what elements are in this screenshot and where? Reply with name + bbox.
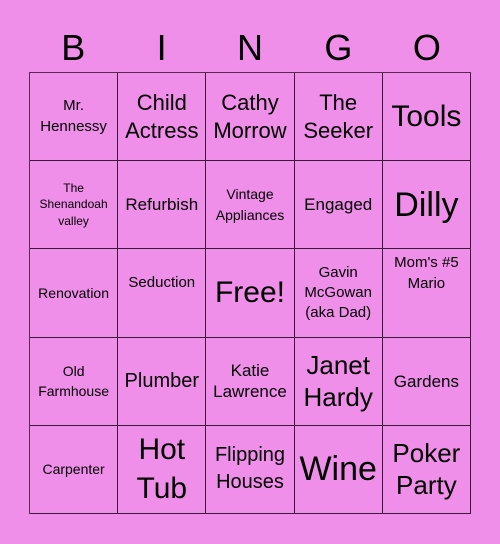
bingo-cell[interactable]: Gardens — [382, 337, 471, 426]
bingo-cell[interactable]: Engaged — [294, 161, 383, 250]
header-letter-n: N — [237, 27, 264, 68]
bingo-cell[interactable]: Vintage Appliances — [206, 161, 295, 250]
bingo-cell[interactable]: Poker Party — [382, 425, 471, 514]
bingo-cell[interactable]: Seduction — [118, 249, 207, 338]
bingo-cell[interactable]: Tools — [382, 73, 471, 162]
bingo-grid: Mr. Hennessy Child Actress Cathy Morrow … — [29, 72, 471, 514]
bingo-cell[interactable]: Flipping Houses — [206, 425, 295, 514]
bingo-cell[interactable]: Mr. Hennessy — [30, 73, 119, 162]
bingo-cell[interactable]: Hot Tub — [118, 425, 207, 514]
bingo-cell[interactable]: Mom's #5 Mario — [382, 249, 471, 338]
header-letter-o: O — [412, 27, 441, 68]
free-space-cell[interactable]: Free! — [206, 249, 295, 338]
bingo-cell[interactable]: Janet Hardy — [294, 337, 383, 426]
bingo-cell[interactable]: Dilly — [382, 161, 471, 250]
bingo-cell[interactable]: Refurbish — [118, 161, 207, 250]
bingo-cell[interactable]: Cathy Morrow — [206, 73, 295, 162]
bingo-cell[interactable]: Child Actress — [118, 73, 207, 162]
bingo-cell[interactable]: Carpenter — [30, 425, 119, 514]
header-letter-i: I — [156, 27, 167, 68]
bingo-cell[interactable]: Old Farmhouse — [30, 337, 119, 426]
bingo-cell[interactable]: Wine — [294, 425, 383, 514]
bingo-cell[interactable]: Gavin McGowan (aka Dad) — [294, 249, 383, 338]
bingo-cell[interactable]: Renovation — [30, 249, 119, 338]
header-letter-b: B — [61, 27, 86, 68]
bingo-cell[interactable]: Plumber — [118, 337, 207, 426]
bingo-cell[interactable]: The Seeker — [294, 73, 383, 162]
header-letter-g: G — [324, 27, 353, 68]
bingo-cell[interactable]: The Shenandoah valley — [30, 161, 119, 250]
bingo-header: B I N G O — [29, 24, 471, 72]
bingo-cell[interactable]: Katie Lawrence — [206, 337, 295, 426]
